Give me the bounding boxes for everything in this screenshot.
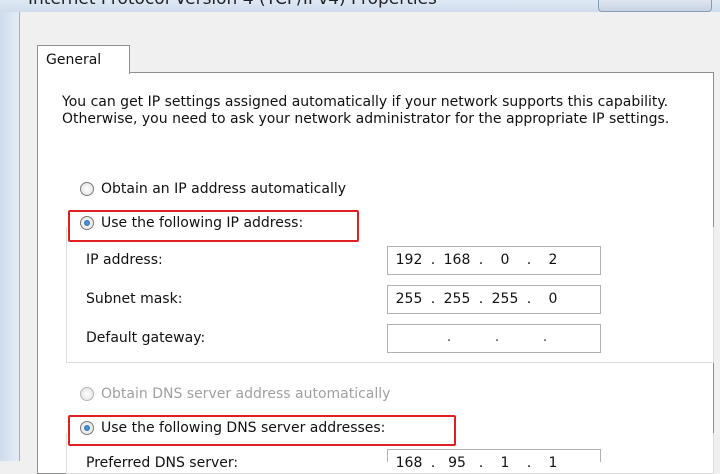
- dns-dot: .: [478, 455, 484, 471]
- gateway-dot: .: [542, 329, 548, 345]
- obtain-ip-auto-radio[interactable]: [80, 182, 94, 196]
- subnet-octet-2: 255: [443, 291, 471, 307]
- title-bar: Internet Protocol Version 4 (TCP/IPv4) P…: [0, 0, 720, 12]
- dns-octet-2: 95: [448, 455, 466, 471]
- ip-address-input[interactable]: 192 . 168 . 0 . 2: [387, 246, 601, 275]
- gateway-dot: .: [446, 329, 452, 345]
- obtain-dns-auto-label: Obtain DNS server address automatically: [101, 386, 391, 402]
- preferred-dns-label: Preferred DNS server:: [86, 455, 239, 471]
- subnet-octet-3: 255: [491, 291, 519, 307]
- subnet-dot: .: [478, 291, 484, 307]
- subnet-octet-1: 255: [395, 291, 423, 307]
- window-frame-left: [0, 12, 20, 461]
- window-title: Internet Protocol Version 4 (TCP/IPv4) P…: [28, 0, 437, 9]
- obtain-dns-auto-radio[interactable]: [80, 387, 94, 401]
- ip-octet-1: 192: [395, 252, 423, 268]
- obtain-ip-auto-option[interactable]: Obtain an IP address automatically: [80, 181, 346, 197]
- ip-address-label: IP address:: [86, 252, 163, 268]
- description-text: You can get IP settings assigned automat…: [62, 94, 670, 127]
- tab-general-label: General: [46, 52, 102, 68]
- subnet-dot: .: [526, 291, 532, 307]
- dns-octet-4: 1: [548, 455, 558, 471]
- ip-dot: .: [430, 252, 436, 268]
- dns-option-highlight: [68, 415, 456, 446]
- ip-option-highlight: [68, 210, 359, 242]
- default-gateway-label: Default gateway:: [86, 330, 206, 346]
- gateway-dot: .: [494, 329, 500, 345]
- dns-octet-3: 1: [500, 455, 510, 471]
- subnet-mask-input[interactable]: 255 . 255 . 255 . 0: [387, 285, 601, 314]
- ip-dot: .: [478, 252, 484, 268]
- ip-octet-2: 168: [443, 252, 471, 268]
- ip-dot: .: [526, 252, 532, 268]
- tab-general[interactable]: General: [37, 45, 130, 74]
- dns-dot: .: [430, 455, 436, 471]
- obtain-ip-auto-label: Obtain an IP address automatically: [101, 181, 347, 197]
- subnet-octet-4: 0: [548, 291, 558, 307]
- obtain-dns-auto-option[interactable]: Obtain DNS server address automatically: [80, 386, 390, 402]
- dns-octet-1: 168: [395, 455, 423, 471]
- subnet-dot: .: [430, 291, 436, 307]
- subnet-mask-label: Subnet mask:: [86, 291, 183, 307]
- preferred-dns-input[interactable]: 168 . 95 . 1 . 1: [387, 449, 601, 471]
- close-button[interactable]: [598, 0, 712, 12]
- default-gateway-input[interactable]: . . .: [387, 324, 601, 353]
- dns-dot: .: [526, 455, 532, 471]
- ip-octet-3: 0: [500, 252, 510, 268]
- ip-octet-4: 2: [548, 252, 558, 268]
